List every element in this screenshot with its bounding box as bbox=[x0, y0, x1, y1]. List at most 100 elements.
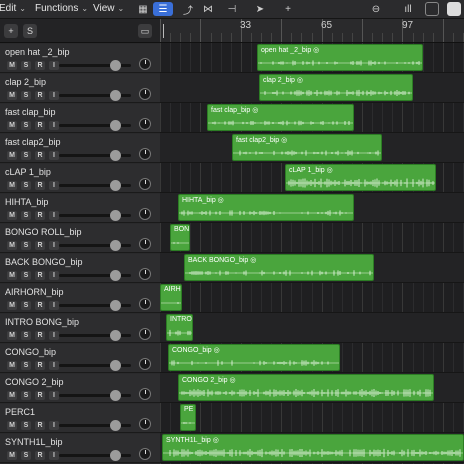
audio-region[interactable]: INTRO bbox=[166, 314, 193, 341]
volume-slider[interactable] bbox=[59, 300, 131, 311]
solo-button[interactable]: S bbox=[21, 421, 31, 430]
mute-button[interactable]: M bbox=[7, 391, 17, 400]
volume-slider[interactable] bbox=[59, 120, 131, 131]
track-header[interactable]: SYNTH1L_bip M S R I bbox=[0, 434, 160, 463]
record-button[interactable]: R bbox=[35, 151, 45, 160]
solo-button[interactable]: S bbox=[21, 151, 31, 160]
mute-button[interactable]: M bbox=[7, 331, 17, 340]
volume-slider-knob[interactable] bbox=[110, 150, 121, 161]
mute-button[interactable]: M bbox=[7, 181, 17, 190]
pan-knob[interactable] bbox=[139, 328, 151, 340]
record-button[interactable]: R bbox=[35, 421, 45, 430]
input-monitor-button[interactable]: I bbox=[49, 61, 59, 70]
mute-button[interactable]: M bbox=[7, 121, 17, 130]
solo-button[interactable]: S bbox=[21, 211, 31, 220]
record-button[interactable]: R bbox=[35, 121, 45, 130]
view-toggle-filled-icon[interactable] bbox=[447, 2, 461, 16]
input-monitor-button[interactable]: I bbox=[49, 421, 59, 430]
audio-region[interactable]: open hat _2_bip ◎ bbox=[257, 44, 423, 71]
volume-slider[interactable] bbox=[59, 420, 131, 431]
input-monitor-button[interactable]: I bbox=[49, 181, 59, 190]
track-header[interactable]: PERC1 M S R I bbox=[0, 404, 160, 433]
functions-menu[interactable]: Functions ⌄ bbox=[35, 3, 88, 14]
record-button[interactable]: R bbox=[35, 301, 45, 310]
track-header[interactable]: open hat _2_bip M S R I bbox=[0, 44, 160, 73]
input-monitor-button[interactable]: I bbox=[49, 151, 59, 160]
volume-slider[interactable] bbox=[59, 90, 131, 101]
record-button[interactable]: R bbox=[35, 91, 45, 100]
pan-knob[interactable] bbox=[139, 178, 151, 190]
flex-icon[interactable]: ⋈ bbox=[198, 2, 218, 16]
mute-button[interactable]: M bbox=[7, 151, 17, 160]
volume-slider[interactable] bbox=[59, 60, 131, 71]
record-button[interactable]: R bbox=[35, 241, 45, 250]
audio-region[interactable]: CONGO 2_bip ◎ bbox=[178, 374, 434, 401]
audio-region[interactable]: cLAP 1_bip ◎ bbox=[285, 164, 436, 191]
pan-knob[interactable] bbox=[139, 118, 151, 130]
audio-region[interactable]: AIRH bbox=[160, 284, 182, 311]
global-solo-button[interactable]: S bbox=[23, 24, 37, 38]
pan-knob[interactable] bbox=[139, 358, 151, 370]
track-header[interactable]: cLAP 1_bip M S R I bbox=[0, 164, 160, 193]
pan-knob[interactable] bbox=[139, 268, 151, 280]
volume-slider-knob[interactable] bbox=[110, 90, 121, 101]
mute-button[interactable]: M bbox=[7, 361, 17, 370]
catch-icon[interactable]: ⊖ bbox=[366, 2, 386, 16]
volume-slider-knob[interactable] bbox=[110, 420, 121, 431]
record-button[interactable]: R bbox=[35, 61, 45, 70]
track-header[interactable]: fast clap_bip M S R I bbox=[0, 104, 160, 133]
volume-slider-knob[interactable] bbox=[110, 330, 121, 341]
solo-button[interactable]: S bbox=[21, 331, 31, 340]
volume-slider-knob[interactable] bbox=[110, 60, 121, 71]
input-monitor-button[interactable]: I bbox=[49, 301, 59, 310]
input-monitor-button[interactable]: I bbox=[49, 451, 59, 460]
record-button[interactable]: R bbox=[35, 271, 45, 280]
input-monitor-button[interactable]: I bbox=[49, 391, 59, 400]
pan-knob[interactable] bbox=[139, 238, 151, 250]
volume-slider[interactable] bbox=[59, 150, 131, 161]
volume-slider-knob[interactable] bbox=[110, 210, 121, 221]
solo-button[interactable]: S bbox=[21, 181, 31, 190]
arrange-area[interactable]: open hat _2_bip ◎ clap 2_bip ◎ fast clap_b… bbox=[160, 43, 464, 464]
audio-region[interactable]: HIHTA_bip ◎ bbox=[178, 194, 354, 221]
track-header[interactable]: CONGO_bip M S R I bbox=[0, 344, 160, 373]
volume-slider[interactable] bbox=[59, 240, 131, 251]
waveform-zoom-icon[interactable]: ıll bbox=[398, 2, 418, 16]
track-header[interactable]: CONGO 2_bip M S R I bbox=[0, 374, 160, 403]
input-monitor-button[interactable]: I bbox=[49, 331, 59, 340]
edit-menu[interactable]: Edit ⌄ bbox=[0, 3, 26, 14]
volume-slider[interactable] bbox=[59, 390, 131, 401]
input-monitor-button[interactable]: I bbox=[49, 361, 59, 370]
pointer-tool-icon[interactable]: ➤ bbox=[250, 2, 270, 16]
input-monitor-button[interactable]: I bbox=[49, 271, 59, 280]
volume-slider-knob[interactable] bbox=[110, 270, 121, 281]
volume-slider[interactable] bbox=[59, 450, 131, 461]
audio-region[interactable]: SYNTH1L_bip ◎ bbox=[162, 434, 464, 461]
mute-button[interactable]: M bbox=[7, 421, 17, 430]
track-header[interactable]: HIHTA_bip M S R I bbox=[0, 194, 160, 223]
solo-button[interactable]: S bbox=[21, 361, 31, 370]
solo-button[interactable]: S bbox=[21, 241, 31, 250]
track-header[interactable]: INTRO BONG_bip M S R I bbox=[0, 314, 160, 343]
pan-knob[interactable] bbox=[139, 448, 151, 460]
input-monitor-button[interactable]: I bbox=[49, 241, 59, 250]
mute-button[interactable]: M bbox=[7, 451, 17, 460]
record-button[interactable]: R bbox=[35, 361, 45, 370]
mute-button[interactable]: M bbox=[7, 271, 17, 280]
solo-button[interactable]: S bbox=[21, 391, 31, 400]
volume-slider[interactable] bbox=[59, 360, 131, 371]
input-monitor-button[interactable]: I bbox=[49, 91, 59, 100]
track-header[interactable]: BONGO ROLL_bip M S R I bbox=[0, 224, 160, 253]
audio-region[interactable]: CONGO_bip ◎ bbox=[168, 344, 340, 371]
pan-knob[interactable] bbox=[139, 418, 151, 430]
audio-region[interactable]: fast clap_bip ◎ bbox=[207, 104, 354, 131]
snap-icon[interactable]: ⊣ bbox=[222, 2, 242, 16]
record-button[interactable]: R bbox=[35, 181, 45, 190]
add-track-icon[interactable]: + bbox=[4, 24, 18, 38]
marquee-tool-icon[interactable]: + bbox=[278, 2, 298, 16]
solo-button[interactable]: S bbox=[21, 271, 31, 280]
volume-slider[interactable] bbox=[59, 330, 131, 341]
mute-button[interactable]: M bbox=[7, 301, 17, 310]
playhead-marker[interactable] bbox=[163, 24, 170, 38]
volume-slider-knob[interactable] bbox=[110, 390, 121, 401]
